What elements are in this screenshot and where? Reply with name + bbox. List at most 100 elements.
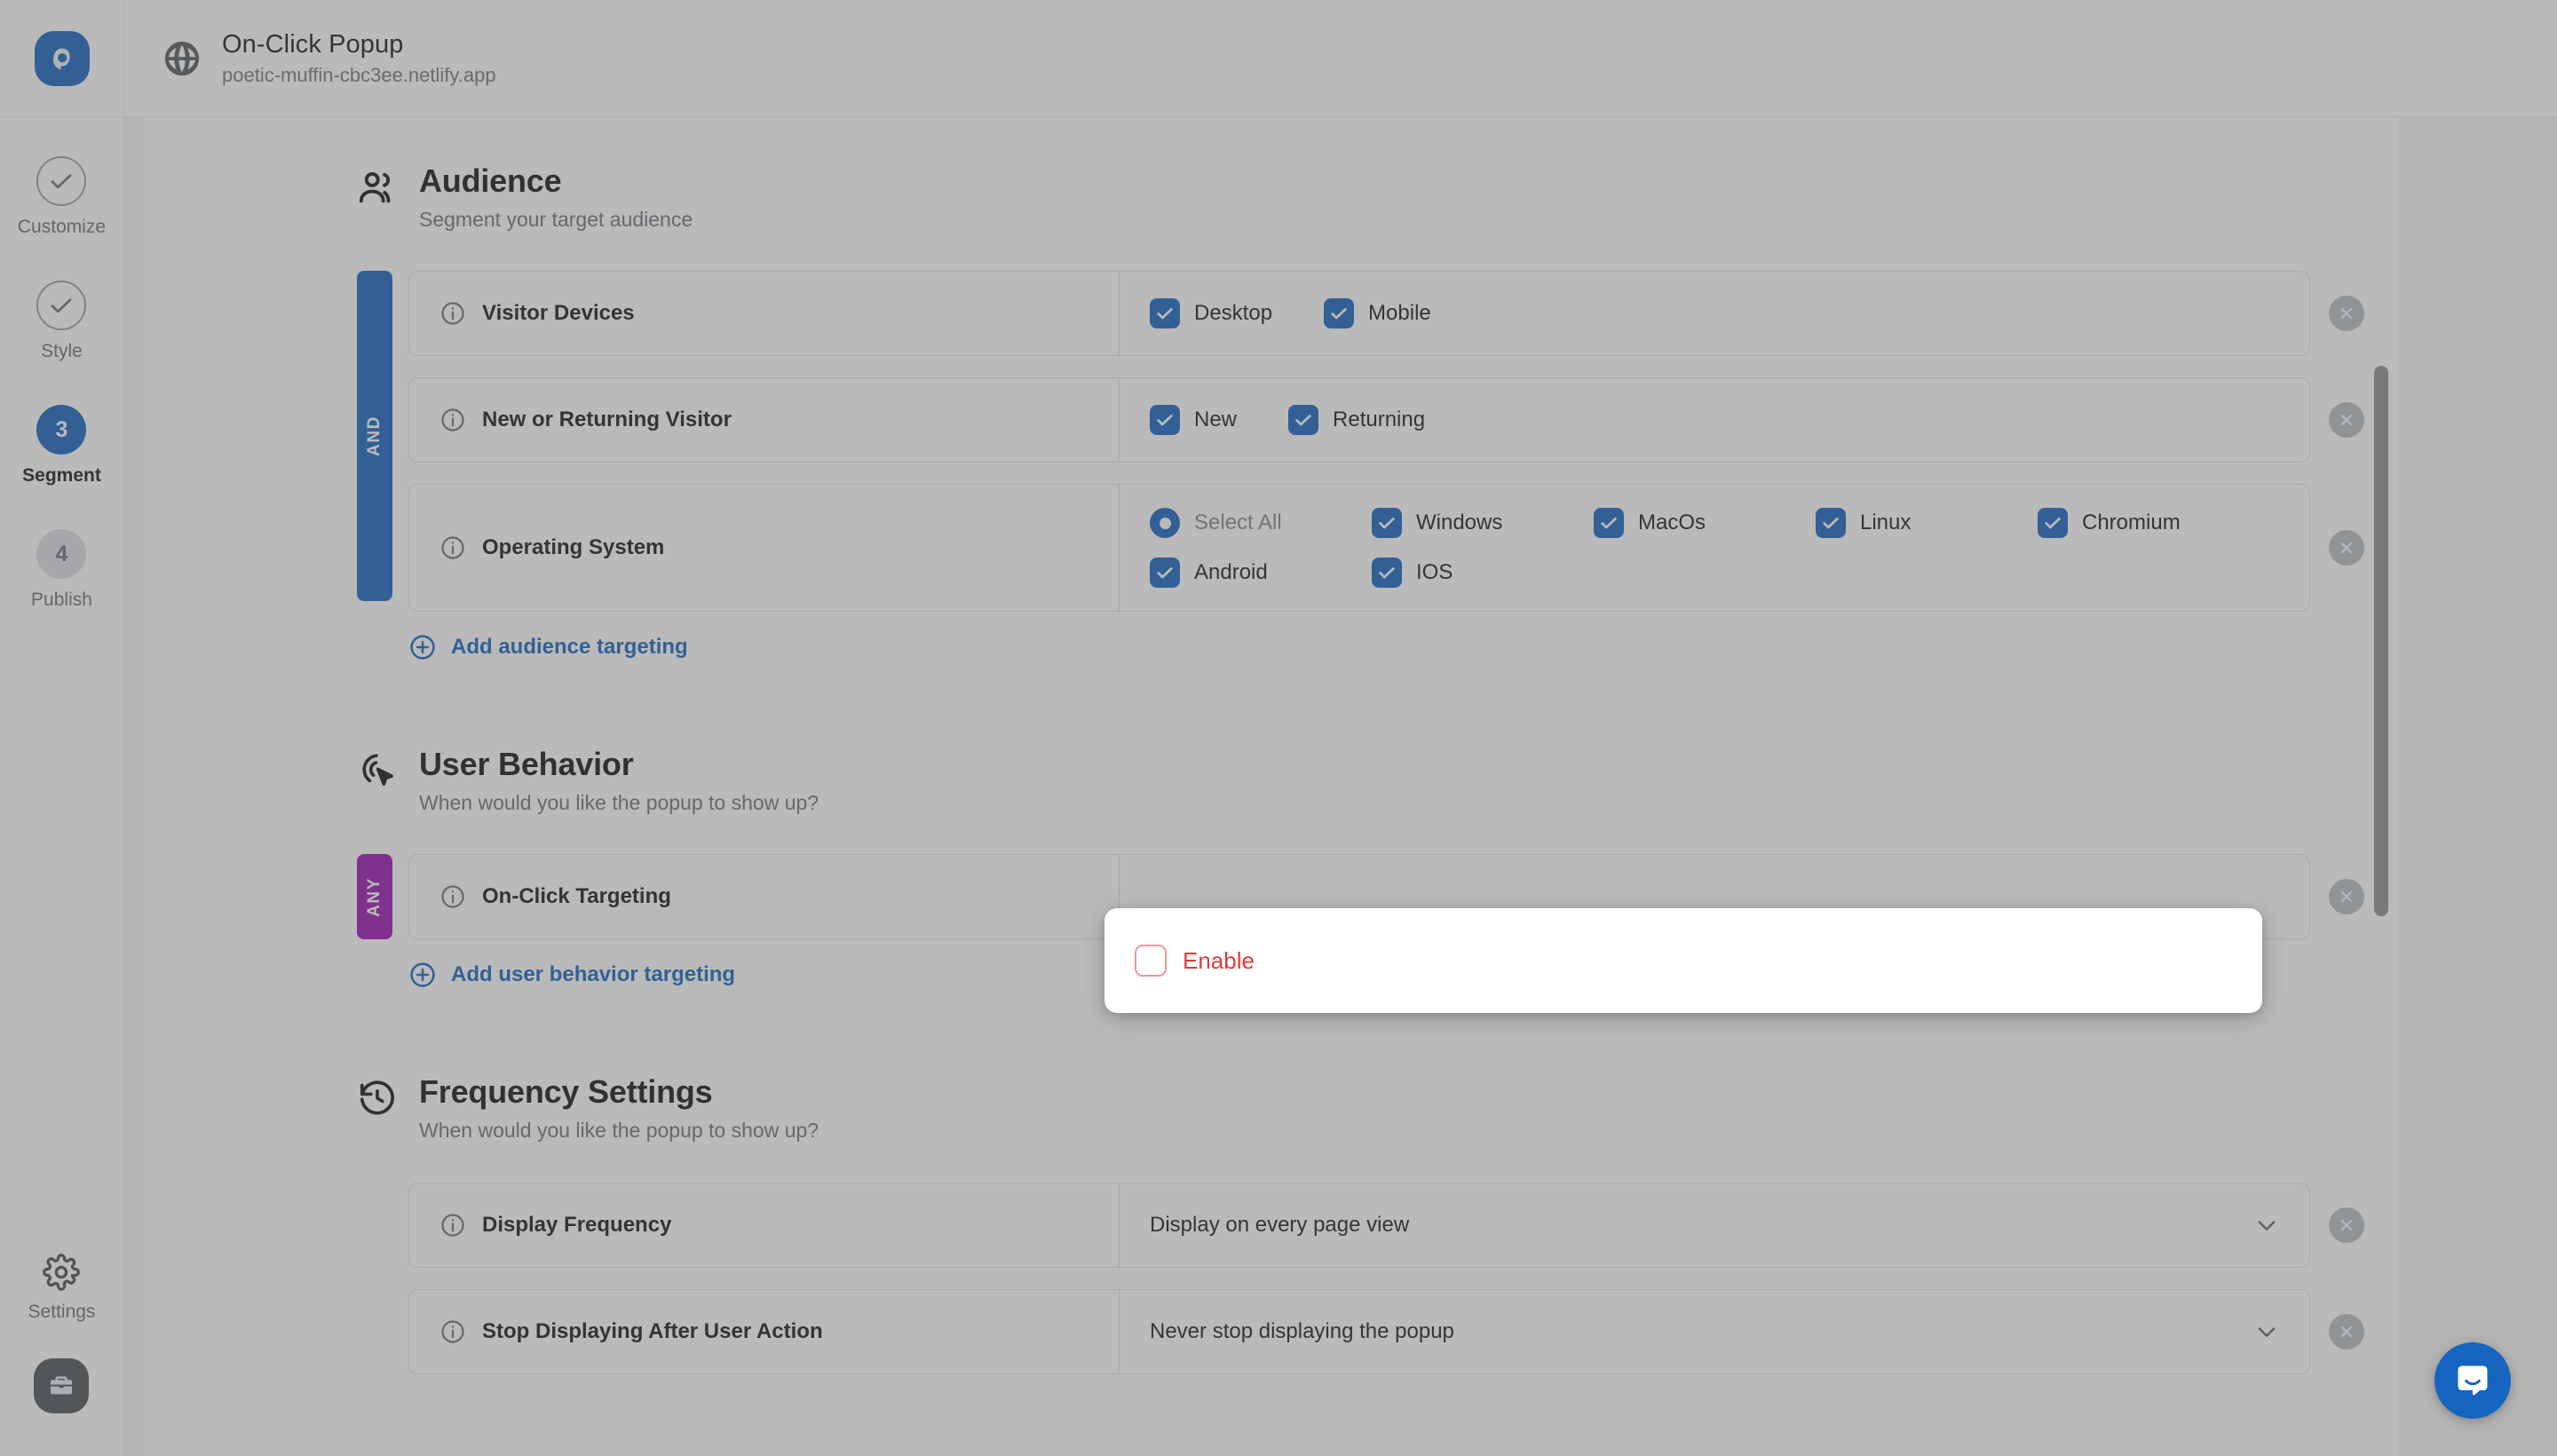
page-title: On-Click Popup bbox=[222, 29, 496, 60]
on-click-targeting-enable-popover[interactable]: Enable bbox=[1104, 908, 2262, 1013]
chevron-down-icon[interactable] bbox=[2254, 1319, 2279, 1344]
option-macos[interactable]: MacOs bbox=[1594, 508, 1816, 538]
option-chromium[interactable]: Chromium bbox=[2038, 508, 2260, 538]
table-row: New or Returning Visitor New bbox=[408, 377, 2310, 463]
stepper-sidebar: Customize Style 3 Segment 4 Publish bbox=[0, 117, 124, 1456]
checkbox-checked-icon[interactable] bbox=[1324, 298, 1354, 328]
info-icon[interactable] bbox=[439, 883, 466, 910]
sidebar-item-publish[interactable]: 4 Publish bbox=[31, 529, 92, 611]
option-android[interactable]: Android bbox=[1150, 558, 1372, 588]
option-linux[interactable]: Linux bbox=[1816, 508, 2038, 538]
rule-value-cell: Desktop Mobile bbox=[1120, 272, 2309, 355]
click-target-icon bbox=[357, 750, 398, 791]
remove-rule-button[interactable] bbox=[2329, 1207, 2364, 1243]
step-badge-style bbox=[36, 281, 86, 330]
sidebar-label-settings: Settings bbox=[28, 1302, 96, 1323]
step-badge-publish: 4 bbox=[36, 529, 86, 579]
plus-circle-icon bbox=[408, 961, 437, 989]
option-returning[interactable]: Returning bbox=[1288, 405, 1425, 435]
brand-cell[interactable] bbox=[0, 0, 124, 117]
checkbox-checked-icon[interactable] bbox=[1816, 508, 1846, 538]
info-icon[interactable] bbox=[439, 534, 466, 561]
remove-rule-button[interactable] bbox=[2329, 402, 2364, 438]
remove-rule-button[interactable] bbox=[2329, 879, 2364, 914]
rule-name: New or Returning Visitor bbox=[482, 408, 732, 432]
radio-selected-icon[interactable] bbox=[1150, 508, 1180, 538]
info-icon[interactable] bbox=[439, 1318, 466, 1345]
globe-icon bbox=[162, 38, 202, 79]
checkbox-unchecked-icon[interactable] bbox=[1135, 945, 1167, 977]
remove-rule-button[interactable] bbox=[2329, 530, 2364, 566]
audience-rule-group: AND Visitor Devi bbox=[357, 271, 2310, 612]
rule-name: Operating System bbox=[482, 535, 664, 560]
top-bar: On-Click Popup poetic-muffin-cbc3ee.netl… bbox=[0, 0, 2557, 117]
section-title-frequency-settings: Frequency Settings bbox=[419, 1074, 819, 1110]
display-frequency-select[interactable]: Display on every page view bbox=[1120, 1183, 2309, 1267]
checkbox-checked-icon[interactable] bbox=[1372, 508, 1402, 538]
checkbox-checked-icon[interactable] bbox=[2038, 508, 2068, 538]
remove-rule-button[interactable] bbox=[2329, 1314, 2364, 1349]
option-select-all[interactable]: Select All bbox=[1150, 508, 1372, 538]
section-audience: Audience Segment your target audience AN… bbox=[357, 163, 2310, 661]
enable-option[interactable]: Enable bbox=[1135, 945, 1255, 977]
sidebar-item-settings[interactable]: Settings bbox=[28, 1254, 96, 1323]
rule-label-cell: On-Click Targeting bbox=[409, 855, 1120, 938]
option-windows[interactable]: Windows bbox=[1372, 508, 1594, 538]
sidebar-item-customize[interactable]: Customize bbox=[18, 156, 106, 238]
table-row: Operating System Select All bbox=[408, 484, 2310, 612]
close-icon bbox=[2338, 539, 2355, 557]
checkbox-checked-icon[interactable] bbox=[1150, 298, 1180, 328]
group-operator-badge-any[interactable]: ANY bbox=[357, 854, 392, 939]
option-mobile[interactable]: Mobile bbox=[1324, 298, 1431, 328]
add-audience-targeting-label: Add audience targeting bbox=[451, 635, 688, 660]
option-label: Android bbox=[1194, 560, 1268, 585]
checkbox-checked-icon[interactable] bbox=[1288, 405, 1318, 435]
section-title-user-behavior: User Behavior bbox=[419, 747, 819, 782]
intercom-chat-launcher[interactable] bbox=[2434, 1342, 2511, 1419]
rule-label-cell: Display Frequency bbox=[409, 1183, 1120, 1267]
remove-rule-button[interactable] bbox=[2329, 296, 2364, 331]
table-row: Stop Displaying After User Action Never … bbox=[408, 1289, 2310, 1374]
vertical-scrollbar[interactable] bbox=[2374, 117, 2388, 1456]
segment-panel: Audience Segment your target audience AN… bbox=[144, 117, 2399, 1456]
add-audience-targeting-button[interactable]: Add audience targeting bbox=[408, 633, 2310, 661]
info-icon[interactable] bbox=[439, 1212, 466, 1238]
group-operator-label: AND bbox=[365, 415, 384, 456]
workspace-switcher-button[interactable] bbox=[34, 1358, 89, 1413]
section-subtitle-frequency-settings: When would you like the popup to show up… bbox=[419, 1119, 819, 1143]
sidebar-item-style[interactable]: Style bbox=[36, 281, 86, 362]
option-label: Mobile bbox=[1368, 301, 1431, 326]
option-label: Windows bbox=[1416, 510, 1502, 535]
info-icon[interactable] bbox=[439, 407, 466, 433]
option-label: MacOs bbox=[1638, 510, 1706, 535]
close-icon bbox=[2338, 888, 2355, 906]
checkbox-checked-icon[interactable] bbox=[1150, 558, 1180, 588]
option-label: Linux bbox=[1860, 510, 1911, 535]
rule-label-cell: Operating System bbox=[409, 485, 1120, 611]
info-icon[interactable] bbox=[439, 300, 466, 327]
stop-displaying-select[interactable]: Never stop displaying the popup bbox=[1120, 1290, 2309, 1373]
checkbox-checked-icon[interactable] bbox=[1150, 405, 1180, 435]
select-value: Never stop displaying the popup bbox=[1150, 1319, 1454, 1344]
option-new[interactable]: New bbox=[1150, 405, 1237, 435]
chevron-down-icon[interactable] bbox=[2254, 1213, 2279, 1238]
group-operator-badge-and[interactable]: AND bbox=[357, 271, 392, 601]
option-desktop[interactable]: Desktop bbox=[1150, 298, 1272, 328]
checkbox-checked-icon[interactable] bbox=[1372, 558, 1402, 588]
option-ios[interactable]: IOS bbox=[1372, 558, 1594, 588]
close-icon bbox=[2338, 305, 2355, 322]
people-icon bbox=[357, 167, 398, 208]
intercom-chat-icon bbox=[2453, 1361, 2492, 1400]
sidebar-item-segment[interactable]: 3 Segment bbox=[22, 405, 101, 487]
rule-label-cell: Visitor Devices bbox=[409, 272, 1120, 355]
option-label: Returning bbox=[1333, 408, 1425, 432]
document-summary: On-Click Popup poetic-muffin-cbc3ee.netl… bbox=[124, 29, 496, 87]
step-badge-customize bbox=[36, 156, 86, 206]
rule-name: On-Click Targeting bbox=[482, 884, 671, 909]
sidebar-label-publish: Publish bbox=[31, 590, 92, 611]
scrollbar-thumb[interactable] bbox=[2374, 366, 2388, 916]
close-icon bbox=[2338, 1323, 2355, 1341]
sidebar-label-segment: Segment bbox=[22, 465, 101, 487]
checkbox-checked-icon[interactable] bbox=[1594, 508, 1624, 538]
sidebar-label-customize: Customize bbox=[18, 217, 106, 238]
